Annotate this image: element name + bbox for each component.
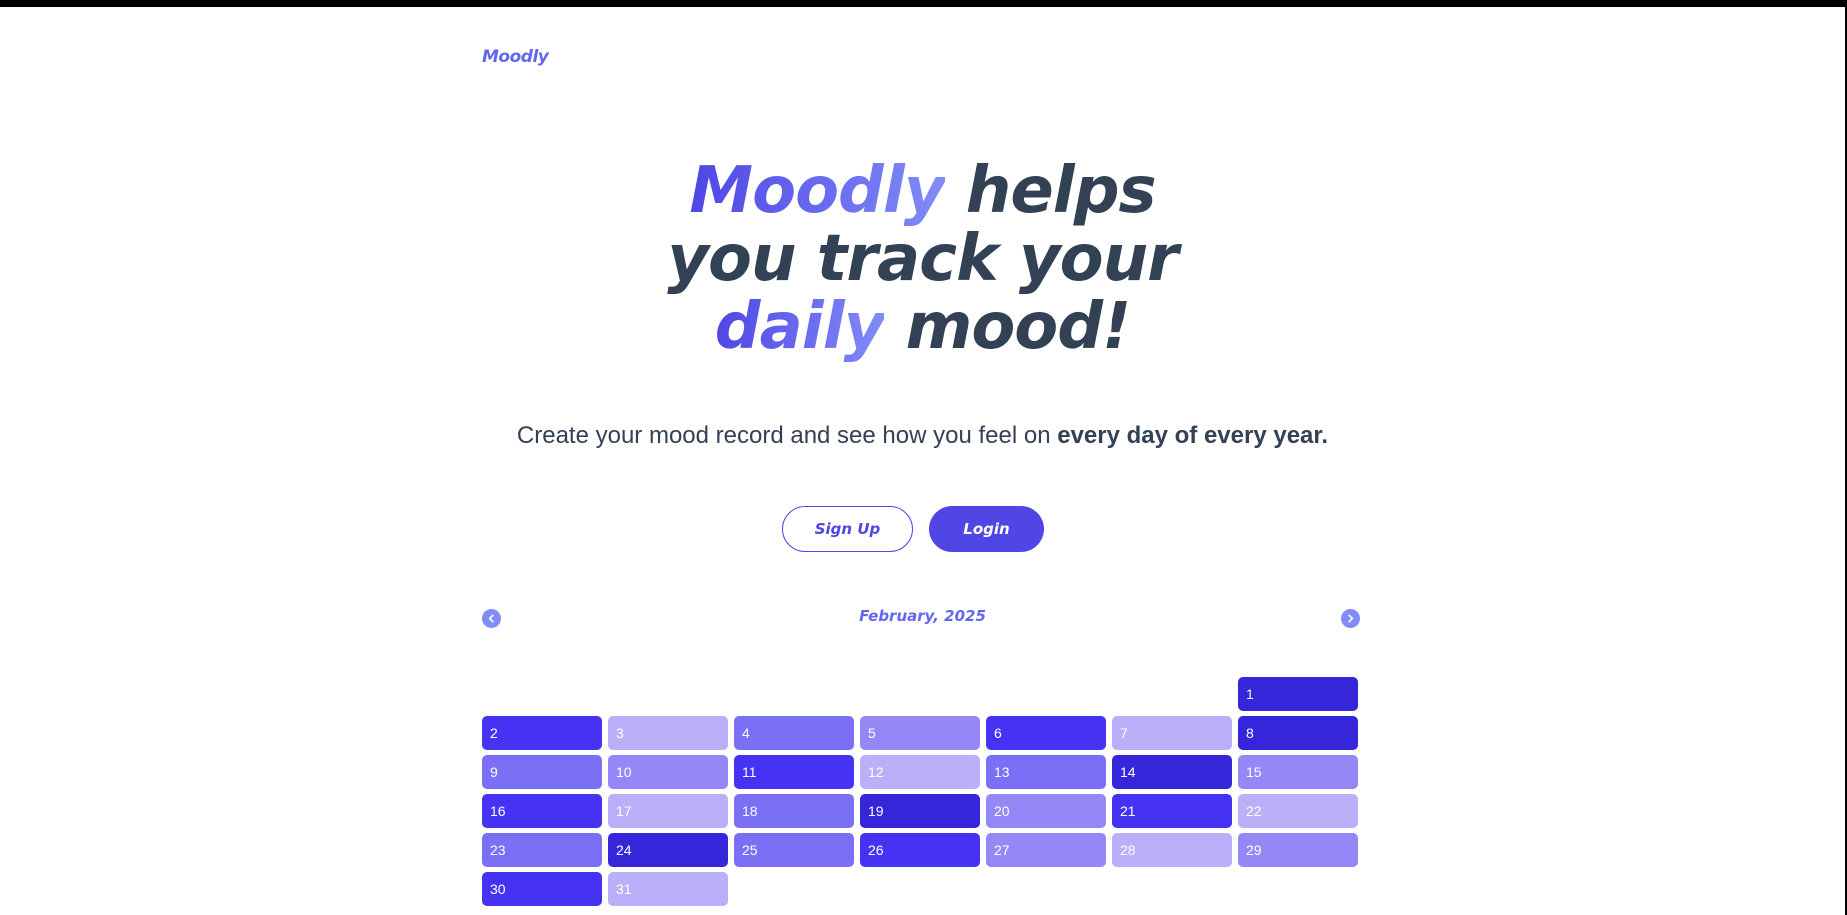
- calendar-month-label: February, 2025: [859, 607, 986, 625]
- calendar-day-number: 31: [616, 881, 632, 897]
- calendar-day-cell[interactable]: 26: [860, 833, 980, 867]
- hero-line-3: daily mood!: [0, 293, 1845, 361]
- calendar-day-cell[interactable]: 8: [1238, 716, 1358, 750]
- calendar-day-number: 29: [1246, 842, 1262, 858]
- calendar-day-number: 10: [616, 764, 632, 780]
- calendar-day-number: 24: [616, 842, 632, 858]
- calendar-day-cell[interactable]: 21: [1112, 794, 1232, 828]
- calendar-day-number: 5: [868, 725, 876, 741]
- calendar-day-cell[interactable]: 18: [734, 794, 854, 828]
- subtitle-text: Create your mood record and see how you …: [516, 422, 1058, 449]
- calendar-day-number: 12: [868, 764, 884, 780]
- calendar-day-number: 7: [1120, 725, 1128, 741]
- hero-subtitle: Create your mood record and see how you …: [0, 422, 1845, 450]
- calendar-day-number: 3: [616, 725, 624, 741]
- calendar-day-cell[interactable]: 9: [482, 755, 602, 789]
- calendar-day-number: 14: [1120, 764, 1136, 780]
- calendar-day-number: 27: [994, 842, 1010, 858]
- calendar-day-number: 13: [994, 764, 1010, 780]
- next-month-button[interactable]: [1341, 609, 1360, 628]
- calendar-day-cell[interactable]: 7: [1112, 716, 1232, 750]
- hero-heading: Moodly helps you track your daily mood!: [0, 157, 1845, 361]
- calendar-day-number: 18: [742, 803, 758, 819]
- calendar-blank-cell: [860, 677, 980, 711]
- calendar-day-cell[interactable]: 16: [482, 794, 602, 828]
- calendar-blank-cell: [482, 677, 602, 711]
- landing-page: Moodly Moodly helps you track your daily…: [0, 7, 1845, 915]
- signup-button[interactable]: Sign Up: [782, 506, 913, 552]
- calendar-day-cell[interactable]: 30: [482, 872, 602, 906]
- calendar-day-cell[interactable]: 11: [734, 755, 854, 789]
- calendar-day-number: 15: [1246, 764, 1262, 780]
- calendar-day-cell[interactable]: 19: [860, 794, 980, 828]
- app-logo[interactable]: Moodly: [482, 47, 549, 67]
- calendar-day-cell[interactable]: 3: [608, 716, 728, 750]
- hero-accent-daily: daily: [714, 290, 886, 364]
- calendar-day-cell[interactable]: 23: [482, 833, 602, 867]
- calendar-blank-cell: [608, 677, 728, 711]
- subtitle-emphasis: every day of every year.: [1057, 422, 1329, 449]
- calendar-day-cell[interactable]: 27: [986, 833, 1106, 867]
- calendar-day-number: 21: [1120, 803, 1136, 819]
- calendar-day-cell[interactable]: 29: [1238, 833, 1358, 867]
- hero-line-2: you track your: [667, 222, 1178, 296]
- calendar-blank-cell: [1112, 677, 1232, 711]
- hero-line-1: Moodly helps: [0, 157, 1845, 225]
- calendar-day-number: 25: [742, 842, 758, 858]
- calendar-grid: 1 2 3 4 5 6 7 8 9 10 11 12 13 14 15 16 17 18 19 20 21 22 23 24 2…: [482, 677, 1358, 906]
- calendar-day-number: 9: [490, 764, 498, 780]
- calendar-day-cell[interactable]: 4: [734, 716, 854, 750]
- calendar-day-number: 23: [490, 842, 506, 858]
- calendar-day-cell[interactable]: 5: [860, 716, 980, 750]
- calendar-day-number: 11: [742, 764, 757, 780]
- calendar-day-cell[interactable]: 24: [608, 833, 728, 867]
- calendar-day-cell[interactable]: 12: [860, 755, 980, 789]
- calendar-day-cell[interactable]: 1: [1238, 677, 1358, 711]
- hero-text: helps: [944, 154, 1157, 228]
- calendar-day-number: 4: [742, 725, 750, 741]
- calendar-day-cell[interactable]: 22: [1238, 794, 1358, 828]
- calendar-day-number: 1: [1246, 686, 1254, 702]
- calendar-day-number: 17: [616, 803, 632, 819]
- calendar-blank-cell: [734, 677, 854, 711]
- calendar-day-cell[interactable]: 15: [1238, 755, 1358, 789]
- login-button[interactable]: Login: [929, 506, 1044, 552]
- calendar-day-cell[interactable]: 25: [734, 833, 854, 867]
- hero-accent-brand: Moodly: [689, 154, 945, 228]
- calendar-day-cell[interactable]: 6: [986, 716, 1106, 750]
- calendar-day-number: 28: [1120, 842, 1136, 858]
- calendar-day-number: 22: [1246, 803, 1262, 819]
- calendar-day-number: 16: [490, 803, 506, 819]
- chevron-right-icon: [1348, 614, 1354, 623]
- calendar-day-number: 6: [994, 725, 1002, 741]
- calendar-day-number: 30: [490, 881, 506, 897]
- calendar-day-cell[interactable]: 28: [1112, 833, 1232, 867]
- calendar-day-number: 19: [868, 803, 884, 819]
- calendar-day-cell[interactable]: 10: [608, 755, 728, 789]
- calendar-day-number: 20: [994, 803, 1010, 819]
- calendar-day-number: 2: [490, 725, 498, 741]
- calendar-day-cell[interactable]: 2: [482, 716, 602, 750]
- calendar-day-number: 26: [868, 842, 884, 858]
- calendar-day-cell[interactable]: 17: [608, 794, 728, 828]
- calendar-day-number: 8: [1246, 725, 1254, 741]
- calendar-day-cell[interactable]: 20: [986, 794, 1106, 828]
- calendar-day-cell[interactable]: 14: [1112, 755, 1232, 789]
- calendar-day-cell[interactable]: 13: [986, 755, 1106, 789]
- hero-text: mood!: [884, 290, 1132, 364]
- calendar-day-cell[interactable]: 31: [608, 872, 728, 906]
- calendar-blank-cell: [986, 677, 1106, 711]
